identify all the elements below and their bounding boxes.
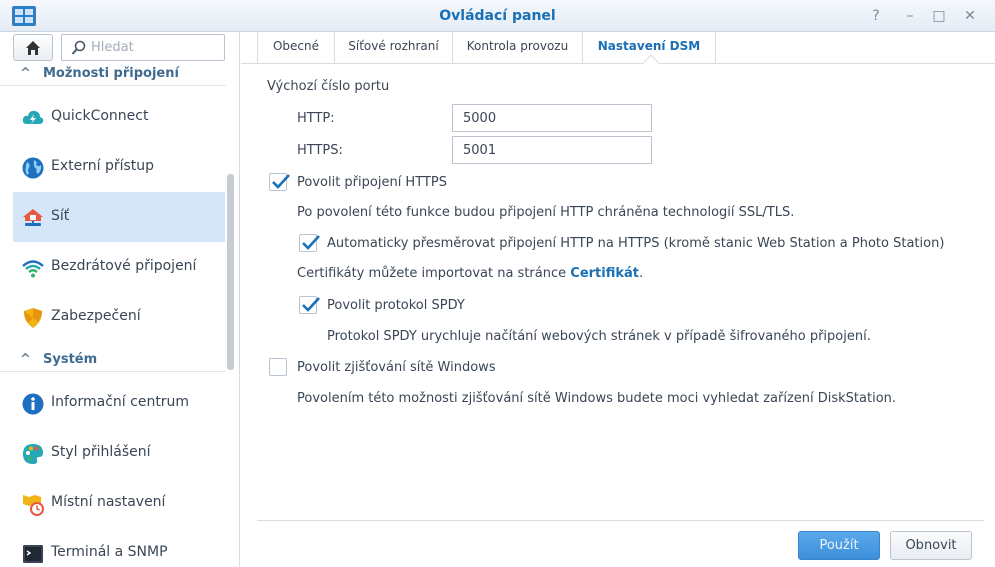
sidebar-item-quickconnect[interactable]: QuickConnect bbox=[13, 92, 225, 142]
auto-redirect-label[interactable]: Automaticky přesměrovat připojení HTTP n… bbox=[327, 236, 944, 251]
search-box[interactable]: Hledat bbox=[61, 34, 225, 61]
tab-network-interface[interactable]: Síťové rozhraní bbox=[335, 32, 453, 64]
search-placeholder: Hledat bbox=[91, 40, 134, 55]
info-icon bbox=[22, 393, 44, 415]
sidebar-item-label: Místní nastavení bbox=[51, 494, 166, 510]
home-button[interactable] bbox=[13, 34, 53, 61]
sidebar-item-terminal-snmp[interactable]: Terminál a SNMP bbox=[13, 528, 225, 567]
certificate-link[interactable]: Certifikát bbox=[570, 266, 639, 281]
sidebar-item-network[interactable]: Síť bbox=[13, 192, 225, 242]
sidebar-item-wireless[interactable]: Bezdrátové připojení bbox=[13, 242, 225, 292]
sidebar-item-security[interactable]: Zabezpečení bbox=[13, 292, 225, 342]
checkmark-icon bbox=[302, 235, 320, 250]
wifi-icon bbox=[22, 260, 44, 278]
https-label: HTTPS: bbox=[297, 143, 343, 158]
quickconnect-icon bbox=[22, 110, 44, 124]
palette-icon bbox=[23, 444, 43, 464]
regional-clock-icon bbox=[23, 495, 44, 516]
footer-divider bbox=[257, 520, 984, 521]
close-icon[interactable]: ✕ bbox=[960, 6, 980, 26]
windows-discovery-description: Povolením této možnosti zjišťování sítě … bbox=[297, 391, 897, 406]
sidebar-item-label: Styl přihlášení bbox=[51, 444, 151, 460]
sidebar-item-label: Síť bbox=[51, 208, 70, 224]
sidebar-item-label: QuickConnect bbox=[51, 108, 149, 124]
spdy-description: Protokol SPDY urychluje načítání webovýc… bbox=[327, 329, 871, 344]
sidebar-item-label: Terminál a SNMP bbox=[51, 544, 168, 560]
enable-https-checkbox[interactable] bbox=[269, 173, 290, 191]
terminal-icon bbox=[23, 545, 43, 563]
section-connectivity[interactable]: ^ Možnosti připojení bbox=[0, 64, 226, 86]
chevron-up-icon: ^ bbox=[20, 352, 31, 367]
https-description: Po povolení této funkce budou připojení … bbox=[297, 205, 795, 220]
windows-discovery-checkbox[interactable] bbox=[269, 358, 287, 376]
sidebar-item-regional-options[interactable]: Místní nastavení bbox=[13, 478, 225, 528]
reset-button[interactable]: Obnovit bbox=[890, 531, 972, 560]
certificate-note-text: Certifikáty můžete importovat na stránce bbox=[297, 266, 567, 281]
network-house-icon bbox=[23, 209, 43, 226]
sidebar: Hledat ^ Možnosti připojení QuickConnect… bbox=[0, 32, 240, 567]
minimize-icon[interactable]: – bbox=[900, 6, 920, 26]
tab-general[interactable]: Obecné bbox=[257, 32, 335, 64]
help-icon[interactable]: ? bbox=[866, 6, 886, 26]
checkmark-icon bbox=[272, 174, 290, 189]
tab-traffic-control[interactable]: Kontrola provozu bbox=[453, 32, 583, 64]
certificate-note: Certifikáty můžete importovat na stránce… bbox=[297, 266, 643, 281]
http-label: HTTP: bbox=[297, 111, 335, 126]
auto-redirect-checkbox[interactable] bbox=[299, 234, 320, 252]
chevron-up-icon: ^ bbox=[20, 66, 31, 81]
sidebar-item-label: Informační centrum bbox=[51, 394, 190, 410]
sidebar-item-external-access[interactable]: Externí přístup bbox=[13, 142, 225, 192]
maximize-icon[interactable]: □ bbox=[929, 6, 949, 26]
title-bar: Ovládací panel ? – □ ✕ bbox=[0, 0, 995, 32]
sidebar-item-label: Externí přístup bbox=[51, 158, 155, 174]
tab-bar: Obecné Síťové rozhraní Kontrola provozu … bbox=[241, 32, 995, 64]
port-heading: Výchozí číslo portu bbox=[267, 79, 390, 94]
home-icon bbox=[26, 41, 40, 55]
spdy-label[interactable]: Povolit protokol SPDY bbox=[327, 298, 465, 313]
globe-icon bbox=[22, 157, 44, 179]
window-title: Ovládací panel bbox=[439, 8, 556, 24]
sidebar-item-label: Zabezpečení bbox=[51, 308, 141, 324]
http-port-field[interactable] bbox=[452, 104, 652, 132]
section-label: Systém bbox=[43, 352, 98, 367]
enable-https-label[interactable]: Povolit připojení HTTPS bbox=[297, 175, 447, 190]
search-icon bbox=[71, 40, 86, 55]
spdy-checkbox[interactable] bbox=[299, 296, 320, 314]
checkmark-icon bbox=[302, 297, 320, 312]
sidebar-item-login-style[interactable]: Styl přihlášení bbox=[13, 428, 225, 478]
section-label: Možnosti připojení bbox=[43, 66, 179, 81]
certificate-note-suffix: . bbox=[639, 266, 644, 281]
sidebar-scrollbar[interactable] bbox=[227, 174, 234, 370]
section-system[interactable]: ^ Systém bbox=[0, 350, 226, 372]
sidebar-item-label: Bezdrátové připojení bbox=[51, 258, 197, 274]
shield-icon bbox=[24, 308, 42, 328]
https-port-field[interactable] bbox=[452, 136, 652, 164]
apply-button[interactable]: Použít bbox=[798, 531, 880, 560]
windows-discovery-label[interactable]: Povolit zjišťování sítě Windows bbox=[297, 360, 496, 375]
sidebar-item-info-center[interactable]: Informační centrum bbox=[13, 378, 225, 428]
